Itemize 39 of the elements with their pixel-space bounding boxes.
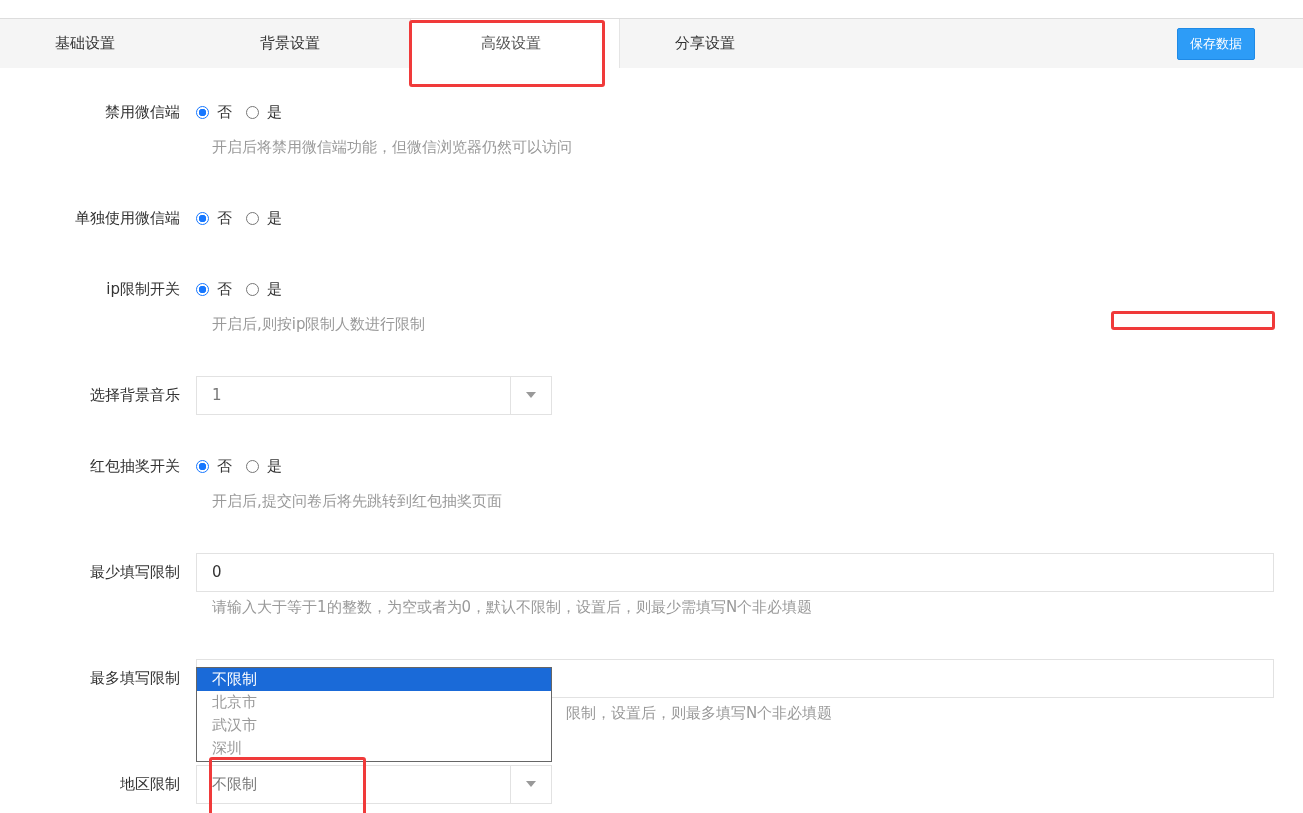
dropdown-option[interactable]: 深圳	[197, 736, 551, 760]
hint-text: 开启后,提交问卷后将先跳转到红包抽奖页面	[212, 492, 502, 510]
radio-button[interactable]	[196, 105, 209, 119]
radio-label: 是	[267, 279, 282, 299]
radio-label: 是	[267, 208, 282, 228]
radio-button[interactable]	[196, 211, 209, 225]
save-button[interactable]: 保存数据	[1177, 27, 1255, 60]
field-label: 地区限制	[119, 774, 181, 794]
field-label: 最少填写限制	[89, 562, 181, 582]
tab[interactable]: 分享设置	[620, 19, 825, 68]
radio-label: 否	[217, 102, 232, 122]
field-label: 红包抽奖开关	[89, 456, 181, 476]
field-label: 选择背景音乐	[89, 385, 181, 405]
field-label: ip限制开关	[105, 279, 181, 299]
dropdown-option[interactable]: 武汉市	[197, 713, 551, 737]
field-label: 最多填写限制	[89, 668, 181, 688]
select-field[interactable]: 不限制	[196, 764, 552, 804]
radio-label: 否	[217, 279, 232, 299]
radio-button[interactable]	[196, 459, 209, 473]
field-label: 单独使用微信端	[74, 208, 181, 228]
field-label: 禁用微信端	[104, 102, 181, 122]
tab[interactable]: 背景设置	[205, 19, 410, 68]
dropdown-option[interactable]: 北京市	[197, 690, 551, 714]
dropdown-option[interactable]: 不限制	[197, 667, 551, 691]
hint-text: 限制，设置后，则最多填写N个非必填题	[566, 704, 833, 722]
select-field[interactable]: 1	[196, 375, 552, 415]
radio-label: 是	[267, 102, 282, 122]
hint-text: 开启后,则按ip限制人数进行限制	[212, 315, 426, 333]
hint-text: 开启后将禁用微信端功能，但微信浏览器仍然可以访问	[212, 138, 572, 156]
radio-label: 是	[267, 456, 282, 476]
caret-icon	[526, 392, 536, 398]
radio-label: 否	[217, 456, 232, 476]
tab[interactable]: 基础设置	[0, 19, 205, 68]
tab[interactable]: 高级设置	[410, 19, 620, 68]
hint-text: 请输入大于等于1的整数，为空或者为0，默认不限制，设置后，则最少需填写N个非必填题	[212, 598, 813, 616]
input-field[interactable]: 0	[196, 552, 1274, 592]
caret-icon	[526, 781, 536, 787]
radio-label: 否	[217, 208, 232, 228]
radio-button[interactable]	[196, 282, 209, 296]
